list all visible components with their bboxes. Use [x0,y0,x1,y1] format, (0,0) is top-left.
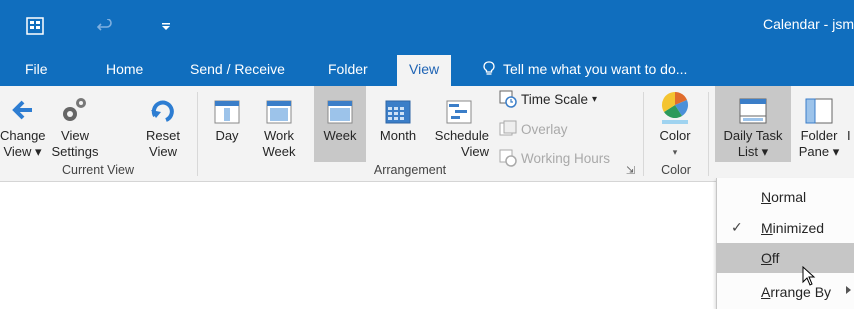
mouse-pointer-icon [802,266,816,286]
day-calendar-icon [214,100,240,124]
outlook-app-icon[interactable] [22,0,48,52]
tab-home[interactable]: Home [106,52,143,86]
ribbon-tabs: File Home Send / Receive Folder View Tel… [0,52,854,86]
dialog-launcher-icon[interactable]: ⇲ [626,164,635,177]
month-button[interactable]: Month [371,86,425,162]
group-separator [708,92,709,176]
group-label-current-view: Current View [61,163,135,177]
overlay-icon [499,120,517,136]
color-palette-icon [661,91,689,124]
group-label-arrangement: Arrangement [373,163,447,177]
change-view-icon [11,100,32,120]
tab-send-receive[interactable]: Send / Receive [190,52,285,86]
week-calendar-icon [327,100,353,124]
menu-item-off[interactable]: Off [717,243,854,273]
reset-view-button[interactable]: Reset View [140,86,186,162]
window-title: Calendar - jsm [762,16,854,32]
menu-item-minimized[interactable]: ✓ Minimized [717,213,854,243]
undo-icon[interactable] [92,0,118,52]
daily-task-list-button[interactable]: Daily Task List ▾ [715,86,791,162]
group-label-color: Color [661,163,691,177]
gears-icon [63,98,86,121]
work-week-button[interactable]: Work Week [257,86,301,162]
reset-icon [151,100,174,122]
menu-item-normal[interactable]: Normal [717,182,854,212]
menu-item-arrange-by[interactable]: Arrange By [717,277,854,307]
customize-qat-icon[interactable] [156,0,176,52]
tab-file[interactable]: File [25,52,48,86]
schedule-view-icon [446,100,472,124]
week-button[interactable]: Week [314,86,366,162]
tab-folder[interactable]: Folder [328,52,368,86]
lightbulb-icon [483,61,495,75]
tab-view[interactable]: View [397,55,452,86]
change-view-button[interactable]: Change View ▾ [0,86,46,162]
tell-me-box[interactable]: Tell me what you want to do... [483,52,687,86]
submenu-arrow-icon [846,286,851,294]
folder-pane-button[interactable]: Folder Pane ▾ [794,86,844,162]
month-calendar-icon [385,100,411,124]
reading-pane-button-partial[interactable]: I [847,86,854,162]
daily-task-list-menu: Normal ✓ Minimized Off Arrange By [716,178,854,309]
time-scale-icon [499,90,517,108]
title-bar: Calendar - jsm [0,0,854,52]
daily-task-list-icon [739,98,767,124]
color-button[interactable]: Color ▾ [650,86,700,162]
view-settings-button[interactable]: View Settings [47,86,103,162]
tell-me-text: Tell me what you want to do... [503,61,688,77]
folder-pane-icon [805,98,833,124]
group-separator [197,92,198,176]
time-scale-button[interactable]: Time Scale ▾ [499,90,597,108]
day-button[interactable]: Day [207,86,247,162]
checkmark-icon: ✓ [731,219,743,235]
work-week-icon [266,100,292,124]
overlay-button[interactable]: Overlay [499,120,568,138]
ribbon: Change View ▾ View Settings Reset View C… [0,86,854,182]
schedule-view-button[interactable]: Schedule View [427,86,491,162]
group-separator [643,92,644,176]
